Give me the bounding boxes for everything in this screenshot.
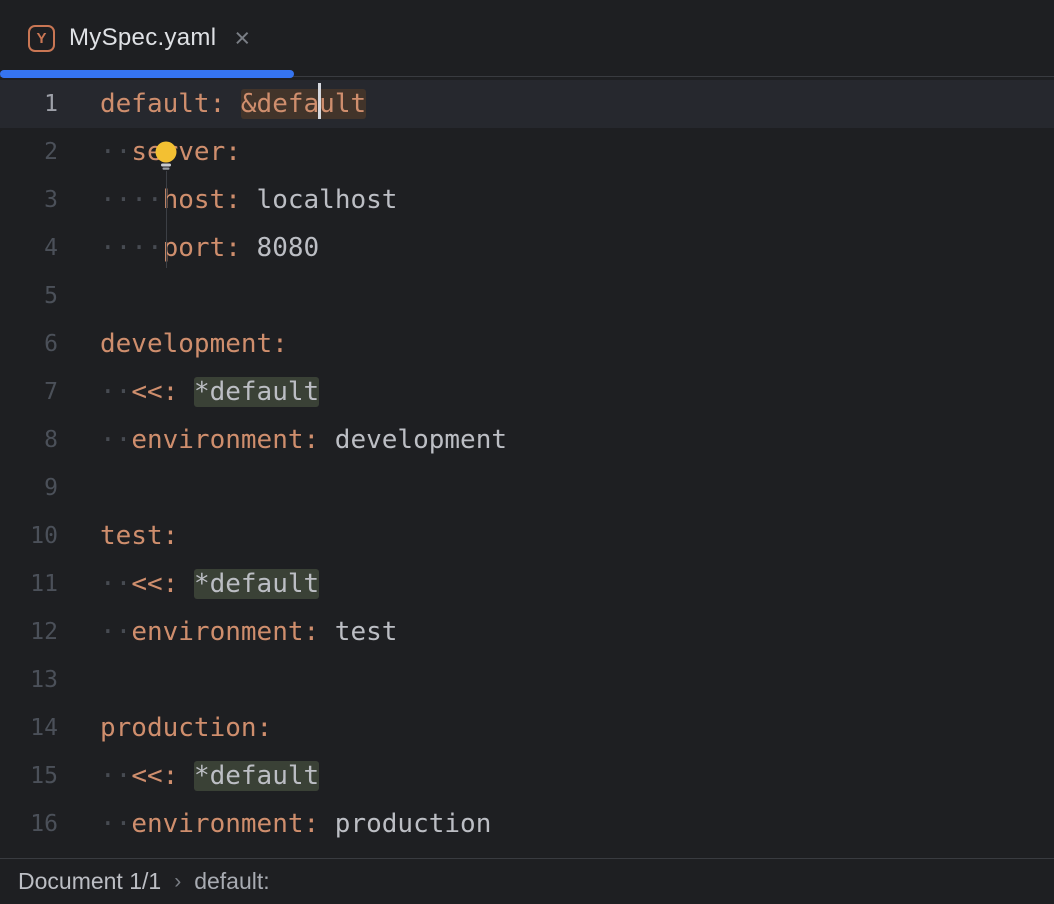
code-line-content <box>100 464 1054 512</box>
code-line-content: ··<<: *default <box>100 368 1054 416</box>
tab-myspec-yaml[interactable]: Y MySpec.yaml × <box>0 0 274 76</box>
breadcrumb-node[interactable]: default: <box>194 868 269 895</box>
code-line[interactable]: 5 <box>0 272 1054 320</box>
line-number: 15 <box>0 752 100 800</box>
yaml-file-icon: Y <box>28 25 55 52</box>
code-line[interactable]: 15··<<: *default <box>0 752 1054 800</box>
code-line-content: ··<<: *default <box>100 560 1054 608</box>
ide-window: Y MySpec.yaml × 1default: &default2··ser… <box>0 0 1054 904</box>
code-token <box>225 89 241 119</box>
yaml-file-icon-letter: Y <box>36 30 46 47</box>
code-token: server: <box>131 137 241 167</box>
code-line-content <box>100 656 1054 704</box>
code-token: ·· <box>100 425 131 455</box>
tab-close-icon[interactable]: × <box>234 25 250 52</box>
line-number: 3 <box>0 176 100 224</box>
line-number: 9 <box>0 464 100 512</box>
intention-bulb-icon[interactable] <box>152 140 180 170</box>
code-line-content: ····host: localhost <box>100 176 1054 224</box>
code-token: development <box>319 425 507 455</box>
code-token: 8080 <box>241 233 319 263</box>
code-token: ult <box>319 89 366 119</box>
code-line-content: test: <box>100 512 1054 560</box>
code-token: <<: <box>131 761 178 791</box>
code-token: development: <box>100 329 288 359</box>
breadcrumb-bar: Document 1/1 › default: <box>0 858 1054 904</box>
code-token: ·· <box>100 809 131 839</box>
code-line[interactable]: 3····host: localhost <box>0 176 1054 224</box>
code-line[interactable]: 12··environment: test <box>0 608 1054 656</box>
code-token: <<: <box>131 377 178 407</box>
line-number: 11 <box>0 560 100 608</box>
code-line-content: ··environment: development <box>100 416 1054 464</box>
chevron-right-icon: › <box>174 870 181 894</box>
code-line[interactable]: 10test: <box>0 512 1054 560</box>
code-line-content: ··environment: test <box>100 608 1054 656</box>
code-token: *default <box>194 377 319 407</box>
code-token <box>178 761 194 791</box>
code-token: port: <box>163 233 241 263</box>
code-line[interactable]: 8··environment: development <box>0 416 1054 464</box>
code-line[interactable]: 13 <box>0 656 1054 704</box>
line-number: 8 <box>0 416 100 464</box>
code-token: localhost <box>241 185 398 215</box>
code-token <box>178 377 194 407</box>
code-token: ·· <box>100 569 131 599</box>
line-number: 6 <box>0 320 100 368</box>
code-token: production: <box>100 713 272 743</box>
code-line[interactable]: 6development: <box>0 320 1054 368</box>
tab-title: MySpec.yaml <box>69 24 216 52</box>
code-token: ·· <box>100 137 131 167</box>
code-editor[interactable]: 1default: &default2··server:3····host: l… <box>0 77 1054 858</box>
code-line-content: ····port: 8080 <box>100 224 1054 272</box>
code-token: environment: <box>131 617 319 647</box>
line-number: 12 <box>0 608 100 656</box>
code-token: environment: <box>131 425 319 455</box>
code-line-content <box>100 272 1054 320</box>
code-token: test <box>319 617 397 647</box>
indent-guide <box>166 171 167 268</box>
code-token: &defa <box>241 89 319 119</box>
code-token: *default <box>194 761 319 791</box>
code-line-content: ··environment: production <box>100 800 1054 848</box>
code-token <box>178 569 194 599</box>
code-token: host: <box>163 185 241 215</box>
code-line[interactable]: 7··<<: *default <box>0 368 1054 416</box>
line-number: 10 <box>0 512 100 560</box>
code-token: ·· <box>100 761 131 791</box>
code-token: environment: <box>131 809 319 839</box>
code-token: <<: <box>131 569 178 599</box>
line-number: 16 <box>0 800 100 848</box>
code-token: *default <box>194 569 319 599</box>
code-token: default: <box>100 89 225 119</box>
code-token: ···· <box>100 185 163 215</box>
line-number: 4 <box>0 224 100 272</box>
code-token: ···· <box>100 233 163 263</box>
code-line[interactable]: 4····port: 8080 <box>0 224 1054 272</box>
line-number: 13 <box>0 656 100 704</box>
code-line[interactable]: 16··environment: production <box>0 800 1054 848</box>
code-line-content: default: &default <box>100 80 1054 128</box>
code-line-content: ··server: <box>100 128 1054 176</box>
code-line[interactable]: 14production: <box>0 704 1054 752</box>
code-line-content: ··<<: *default <box>100 752 1054 800</box>
code-line[interactable]: 1default: &default <box>0 80 1054 128</box>
code-token: ·· <box>100 617 131 647</box>
line-number: 14 <box>0 704 100 752</box>
code-token: production <box>319 809 491 839</box>
code-line[interactable]: 11··<<: *default <box>0 560 1054 608</box>
line-number: 5 <box>0 272 100 320</box>
code-line[interactable]: 9 <box>0 464 1054 512</box>
code-line-content: development: <box>100 320 1054 368</box>
code-token: ·· <box>100 377 131 407</box>
line-number: 2 <box>0 128 100 176</box>
code-line-content: production: <box>100 704 1054 752</box>
breadcrumb-document[interactable]: Document 1/1 <box>18 868 161 895</box>
line-number: 7 <box>0 368 100 416</box>
code-token: test: <box>100 521 178 551</box>
editor-tab-bar: Y MySpec.yaml × <box>0 0 1054 77</box>
line-number: 1 <box>0 80 100 128</box>
